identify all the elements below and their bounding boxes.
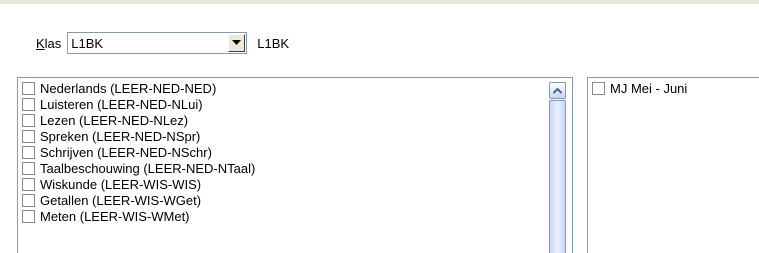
klas-code-text: L1BK bbox=[257, 35, 290, 51]
checkbox[interactable] bbox=[22, 209, 35, 223]
klas-combobox[interactable]: L1BK bbox=[67, 32, 248, 54]
subject-item-label: Taalbeschouwing (LEER-NED-NTaal) bbox=[40, 160, 256, 176]
klas-label-accesskey: K bbox=[36, 35, 45, 51]
checkbox[interactable] bbox=[22, 82, 35, 96]
period-list[interactable]: MJ Mei - Juni bbox=[587, 77, 759, 253]
subject-item-label: Schrijven (LEER-NED-NSchr) bbox=[40, 145, 212, 160]
subject-item-label: Nederlands (LEER-NED-NED) bbox=[40, 81, 217, 97]
scroll-up-button[interactable] bbox=[549, 82, 566, 99]
checkbox[interactable] bbox=[22, 130, 35, 144]
subject-item[interactable]: Schrijven (LEER-NED-NSchr) bbox=[22, 145, 255, 161]
subject-list[interactable]: Nederlands (LEER-NED-NED) Luisteren (LEER… bbox=[17, 77, 573, 253]
klas-dropdown-button[interactable] bbox=[228, 34, 246, 52]
subject-item-label: Luisteren (LEER-NED-NLui) bbox=[40, 97, 203, 113]
subject-list-scrollbar[interactable] bbox=[549, 82, 566, 253]
subject-item-label: Meten (LEER-WIS-WMet) bbox=[40, 208, 190, 224]
subject-item-label: Wiskunde (LEER-WIS-WIS) bbox=[40, 176, 202, 192]
klas-row: Klas L1BK L1BK bbox=[36, 32, 289, 54]
period-item-label: MJ Mei - Juni bbox=[610, 81, 688, 97]
window-top-strip bbox=[0, 0, 759, 4]
subject-item[interactable]: Wiskunde (LEER-WIS-WIS) bbox=[22, 176, 255, 192]
checkbox[interactable] bbox=[22, 146, 35, 159]
period-list-items: MJ Mei - Juni bbox=[592, 81, 687, 97]
chevron-down-icon bbox=[232, 40, 242, 45]
period-item[interactable]: MJ Mei - Juni bbox=[592, 81, 687, 97]
klas-combobox-value: L1BK bbox=[71, 35, 104, 51]
subject-item[interactable]: Luisteren (LEER-NED-NLui) bbox=[22, 97, 255, 113]
klas-label: Klas bbox=[36, 36, 61, 51]
subject-item[interactable]: Lezen (LEER-NED-NLez) bbox=[22, 113, 255, 129]
scroll-thumb[interactable] bbox=[549, 100, 566, 253]
subject-item-label: Spreken (LEER-NED-NSpr) bbox=[40, 129, 201, 145]
checkbox[interactable] bbox=[22, 193, 35, 207]
klas-label-rest: las bbox=[44, 35, 62, 51]
subject-item-label: Getallen (LEER-WIS-WGet) bbox=[40, 192, 202, 208]
checkbox[interactable] bbox=[22, 177, 35, 191]
checkbox[interactable] bbox=[22, 161, 35, 175]
checkbox[interactable] bbox=[22, 98, 35, 112]
checkbox[interactable] bbox=[592, 82, 605, 96]
chevron-up-icon bbox=[553, 87, 562, 94]
subject-item[interactable]: Taalbeschouwing (LEER-NED-NTaal) bbox=[22, 160, 255, 176]
subject-list-items: Nederlands (LEER-NED-NED) Luisteren (LEER… bbox=[22, 81, 255, 224]
subject-item[interactable]: Nederlands (LEER-NED-NED) bbox=[22, 81, 255, 97]
subject-item-label: Lezen (LEER-NED-NLez) bbox=[40, 113, 189, 129]
subject-item[interactable]: Meten (LEER-WIS-WMet) bbox=[22, 208, 255, 224]
subject-item[interactable]: Getallen (LEER-WIS-WGet) bbox=[22, 192, 255, 208]
subject-item[interactable]: Spreken (LEER-NED-NSpr) bbox=[22, 129, 255, 145]
checkbox[interactable] bbox=[22, 114, 35, 128]
